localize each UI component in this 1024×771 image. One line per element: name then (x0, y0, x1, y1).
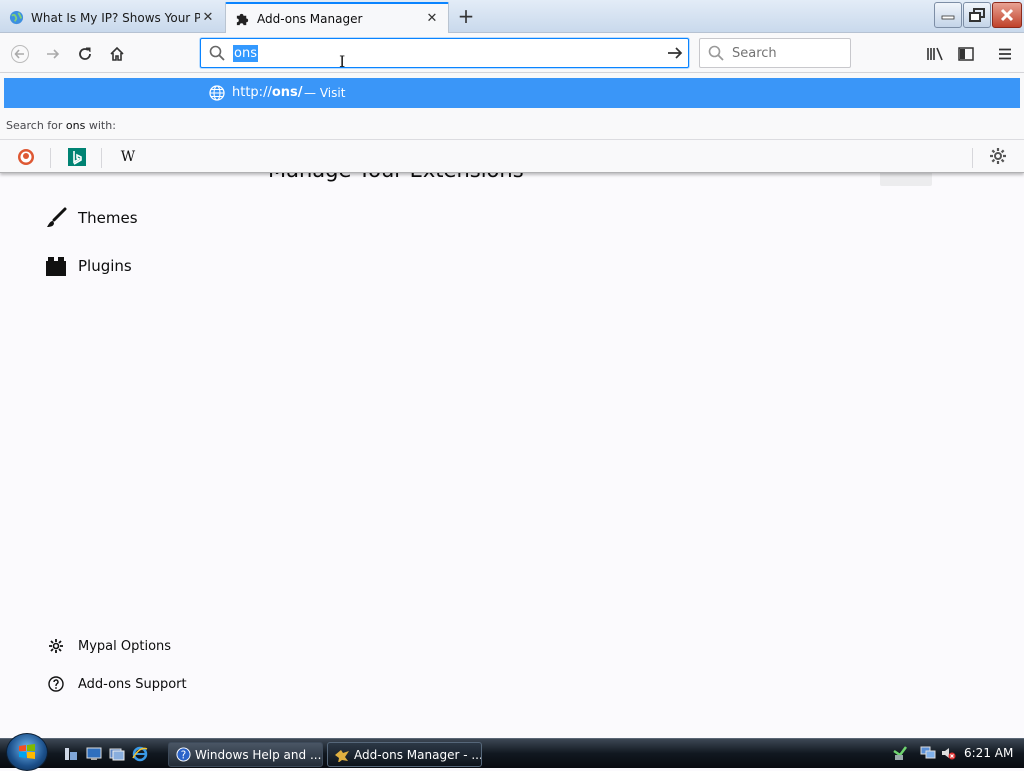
search-icon (209, 45, 225, 64)
url-bar[interactable]: ons (200, 38, 689, 68)
taskbar-clock: 6:21 AM (964, 746, 1014, 760)
text-cursor-icon: I (339, 52, 346, 71)
mypal-options-label: Mypal Options (78, 638, 172, 654)
internet-explorer-icon[interactable] (132, 746, 148, 762)
menu-hamburger-button[interactable] (992, 41, 1018, 67)
mypal-options-link[interactable]: Mypal Options (46, 636, 171, 656)
bing-engine-button[interactable] (66, 146, 88, 168)
suggestion-action: — Visit (304, 86, 346, 100)
divider (101, 148, 102, 168)
wikipedia-icon: W (120, 149, 136, 165)
paintbrush-icon (44, 206, 68, 230)
puzzle-piece-icon (234, 11, 250, 27)
close-window-button[interactable] (992, 2, 1022, 28)
sidebar-item-label: Themes (78, 209, 138, 227)
restore-button[interactable] (963, 2, 991, 28)
addons-support-label: Add-ons Support (78, 676, 187, 692)
minimize-button[interactable] (934, 2, 962, 28)
tab-label: Add-ons Manager (257, 11, 363, 26)
network-icon[interactable] (920, 745, 936, 761)
tab-label: What Is My IP? Shows Your Pul (31, 10, 200, 25)
duckduckgo-engine-button[interactable] (15, 146, 37, 168)
sidebar-toggle-button[interactable] (953, 41, 979, 67)
divider (972, 148, 973, 168)
computer-icon[interactable] (86, 746, 102, 762)
divider (50, 148, 51, 168)
taskbar-item-windows-help[interactable]: ? Windows Help and ... (168, 742, 323, 767)
url-autocomplete-popup: http://ons/ — Visit Search for ons with:… (0, 73, 1024, 173)
sidebar-item-plugins[interactable]: Plugins (44, 253, 132, 279)
search-placeholder[interactable]: Search (732, 46, 777, 61)
search-bar[interactable]: Search (699, 38, 851, 68)
duckduckgo-icon (18, 149, 34, 165)
forward-button[interactable] (40, 41, 66, 67)
volume-muted-icon[interactable] (940, 745, 956, 761)
suggestion-url: http://ons/ (232, 85, 303, 100)
help-question-icon: ? (175, 747, 191, 763)
windows-logo-icon (19, 744, 35, 759)
safely-remove-hardware-icon[interactable] (892, 745, 908, 761)
taskbar-item-label: Windows Help and ... (195, 747, 322, 762)
title-bar: What Is My IP? Shows Your Pul ✕ Add-ons … (0, 0, 1024, 33)
back-button[interactable] (7, 41, 33, 67)
go-arrow-button[interactable] (666, 44, 684, 65)
gear-icon (46, 636, 66, 656)
addons-support-link[interactable]: Add-ons Support (46, 674, 187, 694)
plugin-brick-icon (44, 254, 68, 278)
search-for-label: Search for ons with: (6, 119, 116, 132)
mypal-browser-icon (334, 747, 350, 763)
visit-suggestion-row[interactable]: http://ons/ — Visit (4, 78, 1020, 108)
reload-button[interactable] (72, 41, 98, 67)
new-tab-button[interactable]: + (455, 6, 477, 28)
svg-text:?: ? (180, 749, 185, 761)
windows-taskbar: ? Windows Help and ... Add-ons Manager -… (0, 733, 1024, 771)
navigation-toolbar: ons Search (0, 33, 1024, 73)
taskbar-item-label: Add-ons Manager - ... (354, 747, 482, 762)
sidebar-item-themes[interactable]: Themes (44, 205, 138, 231)
bing-icon (68, 148, 86, 166)
gear-icon (990, 148, 1006, 164)
tab-what-is-my-ip[interactable]: What Is My IP? Shows Your Pul ✕ (0, 2, 224, 33)
wikipedia-engine-button[interactable]: W (117, 146, 139, 168)
close-tab-icon[interactable]: ✕ (200, 10, 216, 26)
switch-windows-icon[interactable] (109, 746, 125, 762)
home-button[interactable] (104, 41, 130, 67)
globe-favicon-icon (8, 10, 24, 26)
library-button[interactable] (922, 41, 948, 67)
show-desktop-icon[interactable] (63, 746, 79, 762)
sidebar-item-label: Plugins (78, 257, 132, 275)
search-settings-gear-button[interactable] (988, 146, 1008, 169)
close-tab-icon[interactable]: ✕ (424, 11, 440, 27)
globe-icon (209, 85, 225, 104)
one-off-search-engines: W (0, 139, 1024, 173)
search-icon (708, 45, 724, 64)
help-question-icon (46, 674, 66, 694)
url-input-text[interactable]: ons (233, 45, 258, 62)
tab-addons-manager[interactable]: Add-ons Manager ✕ (225, 2, 449, 33)
start-button[interactable] (6, 733, 48, 771)
taskbar-item-addons-manager[interactable]: Add-ons Manager - ... (327, 742, 482, 767)
